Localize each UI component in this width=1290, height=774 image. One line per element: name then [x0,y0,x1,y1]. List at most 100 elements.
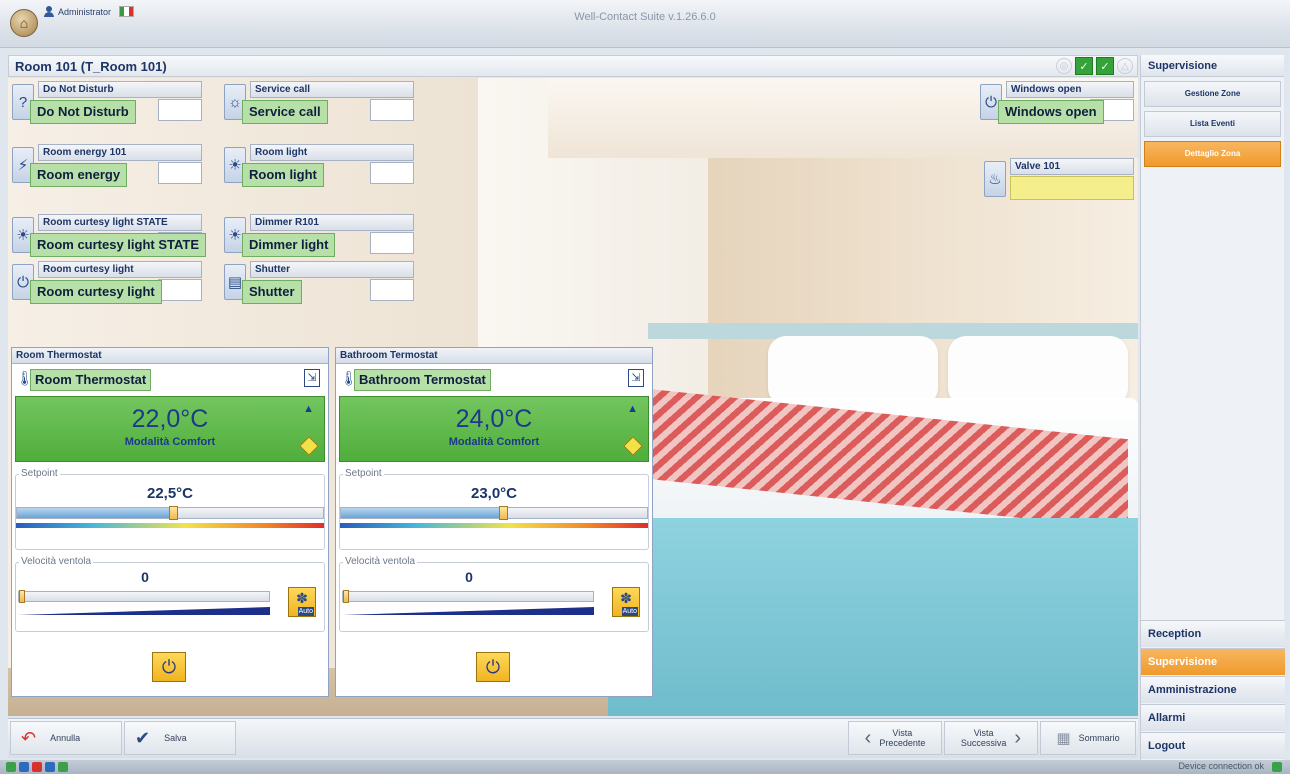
save-icon: ✔ [135,727,151,748]
user-icon[interactable] [45,762,55,772]
status-icons [6,762,68,772]
alarm-icon[interactable] [32,762,42,772]
setpoint-section: Setpoint 23,0°C [339,468,649,550]
device-value-box [158,279,202,301]
fan-speed-slider[interactable] [18,590,270,603]
network-icon[interactable] [6,762,16,772]
fan-icon: ✽ [296,590,308,606]
next-label-line2: Successiva [960,738,1007,748]
fan-speed-value: 0 [465,569,473,585]
sidebar-item-allarmi[interactable]: Allarmi [1141,704,1285,731]
device-label: Shutter [250,261,414,278]
fan-section: Velocità ventola 0 ✽ Auto [339,556,649,632]
prev-label-line2: Precedente [879,738,926,748]
fan-speed-thumb[interactable] [19,590,25,603]
device-service-call[interactable]: ☼ Service call Service call [224,81,414,124]
room-photo-pillow [768,336,938,406]
device-room-light[interactable]: ☀ Room light Room light [224,144,414,187]
fan-auto-button[interactable]: ✽ Auto [612,587,640,617]
fan-speed-scale [342,607,594,615]
device-label: Room light [250,144,414,161]
device-room-energy[interactable]: ⚡ Room energy 101 Room energy [12,144,202,187]
device-label: Valve 101 [1010,158,1134,175]
device-dimmer[interactable]: ☀ Dimmer R101 Dimmer light [224,214,414,257]
device-icon[interactable] [19,762,29,772]
check-icon: ✓ [1096,57,1114,75]
sidebar-item-amministrazione[interactable]: Amministrazione [1141,676,1285,703]
sidebar-item-supervisione[interactable]: Supervisione [1141,648,1285,675]
previous-view-button[interactable]: ‹ Vista Precedente [848,721,942,755]
fan-speed-value: 0 [141,569,149,585]
setpoint-slider-fill [341,508,504,518]
sidebar-item-reception[interactable]: Reception [1141,620,1285,647]
save-label: Salva [164,733,187,743]
title-bar: ⌂ Administrator Well-Contact Suite v.1.2… [0,0,1290,48]
thermostat-panel: Room Thermostat 🌡 Room Thermostat ⇲ 22,0… [11,347,329,697]
room-title: Room 101 (T_Room 101) [15,58,167,74]
device-status: Room curtesy light [30,280,162,304]
device-status: Shutter [242,280,302,304]
power-button[interactable]: ⏻ [476,652,510,682]
cancel-label: Annulla [50,733,81,743]
export-icon[interactable]: ⇲ [304,369,320,387]
save-button[interactable]: ✔ Salva [124,721,236,755]
device-value-box [370,232,414,254]
thermostat-name: Room Thermostat [30,369,152,391]
device-label: Room energy 101 [38,144,202,161]
device-shutter[interactable]: ▤ Shutter Shutter [224,261,414,304]
sidebar: Supervisione Gestione Zone Lista Eventi … [1140,55,1285,760]
setpoint-value: 22,5°C [146,485,194,502]
thermostat-header: Bathroom Termostat [336,348,652,364]
room-header: Room 101 (T_Room 101) ◎ ✓ ✓ △ [8,55,1138,77]
flame-icon: ▲ [303,403,314,415]
device-do-not-disturb[interactable]: ? Do Not Disturb Do Not Disturb [12,81,202,124]
setpoint-label: Setpoint [343,468,384,479]
device-value-box [158,99,202,121]
connection-icon: ◎ [1056,58,1072,74]
setpoint-slider[interactable] [340,506,648,520]
setpoint-slider-thumb[interactable] [169,506,179,520]
current-temperature: 24,0°C [455,405,533,433]
device-curtesy-light-state[interactable]: ☀ Room curtesy light STATE Room curtesy … [12,214,207,257]
device-status: Do Not Disturb [30,100,136,124]
device-label: Service call [250,81,414,98]
device-status: Room energy [30,163,128,187]
setpoint-slider-thumb[interactable] [499,506,509,520]
cancel-button[interactable]: ↶ Annulla [10,721,122,755]
sidebar-subitem-lista-eventi[interactable]: Lista Eventi [1144,111,1281,137]
valve-icon[interactable]: ♨ [984,161,1006,197]
settings-icon[interactable] [58,762,68,772]
device-label: Dimmer R101 [250,214,414,231]
sidebar-header: Supervisione [1141,55,1284,77]
app-title: Well-Contact Suite v.1.26.6.0 [574,11,716,23]
sidebar-subitem-gestione-zone[interactable]: Gestione Zone [1144,81,1281,107]
thermostat-mode: Modalità Comfort [448,436,540,448]
thermostat-display: 24,0°C Modalità Comfort ▲ [339,396,649,462]
fan-speed-thumb[interactable] [343,590,349,603]
power-button[interactable]: ⏻ [152,652,186,682]
summary-button[interactable]: ▦ Sommario [1040,721,1136,755]
setpoint-value: 23,0°C [470,485,518,502]
sidebar-subitem-dettaglio-zona[interactable]: Dettaglio Zona [1144,141,1281,167]
header-status-icons: ◎ ✓ ✓ △ [1056,57,1133,75]
next-view-button[interactable]: Vista Successiva › [944,721,1038,755]
device-value-box [370,99,414,121]
setpoint-slider[interactable] [16,506,324,520]
flame-icon: ▲ [627,403,638,415]
fan-auto-button[interactable]: ✽ Auto [288,587,316,617]
device-label: Room curtesy light [38,261,202,278]
sidebar-item-logout[interactable]: Logout [1141,732,1285,759]
temperature-scale [340,523,648,528]
device-curtesy-light[interactable]: ⏻ Room curtesy light Room curtesy light [12,261,202,304]
device-valve[interactable]: ♨ Valve 101 [984,158,1134,200]
device-status: Windows open [998,100,1104,124]
setpoint-section: Setpoint 22,5°C [15,468,325,550]
thermostat-mode: Modalità Comfort [124,436,216,448]
summary-icon: ▦ [1056,730,1071,747]
export-icon[interactable]: ⇲ [628,369,644,387]
fan-speed-slider[interactable] [342,590,594,603]
device-status: Service call [242,100,328,124]
device-value-box [370,279,414,301]
chevron-left-icon: ‹ [864,726,872,749]
device-windows-open[interactable]: ⏻ Windows open Windows open [980,81,1134,124]
